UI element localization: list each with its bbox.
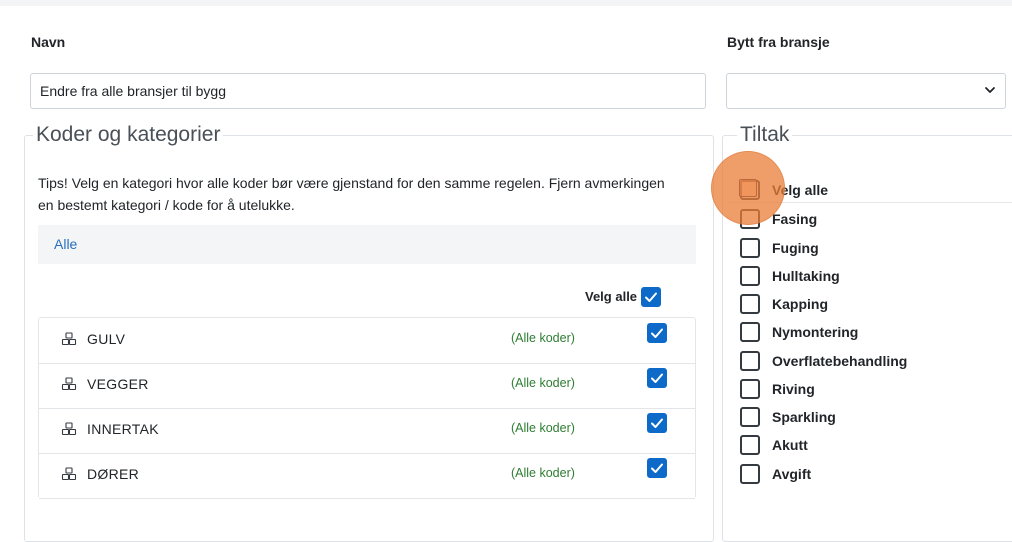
measure-label: Akutt (772, 437, 808, 453)
swap-branch-label: Bytt fra bransje (727, 34, 830, 50)
codes-categories-legend: Koder og kategorier (36, 123, 221, 146)
measure-checkbox[interactable] (740, 407, 760, 427)
click-highlight (711, 151, 785, 225)
top-strip (0, 0, 1012, 6)
category-checkbox[interactable] (647, 323, 667, 343)
checkmark-icon (645, 292, 657, 302)
measure-label: Fasing (772, 211, 818, 227)
select-all-codes-label: Velg alle (585, 289, 638, 304)
measure-checkbox[interactable] (740, 322, 760, 342)
all-categories-link[interactable]: Alle (54, 236, 77, 252)
category-row[interactable]: VEGGER (Alle koder) (39, 363, 695, 409)
category-codes-note: (Alle koder) (511, 466, 575, 480)
measure-label: Overflatebehandling (772, 353, 908, 369)
measure-checkbox[interactable] (740, 351, 760, 371)
category-checkbox[interactable] (647, 368, 667, 388)
category-name: GULV (87, 331, 126, 347)
category-codes-note: (Alle koder) (511, 331, 575, 345)
chevron-down-icon (985, 87, 995, 93)
measure-label: Riving (772, 381, 815, 397)
category-filter-bar: Alle (38, 225, 696, 264)
measure-label: Hulltaking (772, 268, 840, 284)
measure-checkbox[interactable] (740, 435, 760, 455)
category-name: DØRER (87, 466, 140, 482)
category-row[interactable]: GULV (Alle koder) (39, 318, 695, 364)
category-cubes-icon (61, 332, 77, 346)
checkmark-icon (651, 463, 663, 473)
swap-branch-select[interactable] (726, 73, 1006, 109)
category-codes-note: (Alle koder) (511, 421, 575, 435)
category-row[interactable]: DØRER (Alle koder) (39, 453, 695, 499)
name-label: Navn (31, 34, 66, 50)
tips-text: Tips! Velg en kategori hvor alle koder b… (38, 175, 665, 213)
checkmark-icon (651, 373, 663, 383)
measure-label: Nymontering (772, 324, 859, 340)
measure-label: Fuging (772, 240, 819, 256)
category-checkbox[interactable] (647, 458, 667, 478)
select-all-codes-checkbox[interactable] (641, 287, 661, 307)
measure-label: Sparkling (772, 409, 836, 425)
category-checkbox[interactable] (647, 413, 667, 433)
measures-legend: Tiltak (740, 123, 790, 146)
category-cubes-icon (61, 422, 77, 436)
checkmark-icon (651, 328, 663, 338)
measure-label: Kapping (772, 296, 828, 312)
category-list: GULV (Alle koder) VEGGER (Alle koder) IN… (38, 317, 696, 499)
checkmark-icon (651, 418, 663, 428)
category-name: INNERTAK (87, 421, 159, 437)
name-input[interactable] (30, 73, 706, 109)
category-cubes-icon (61, 377, 77, 391)
highlighted-checkbox (739, 179, 757, 197)
measure-label: Avgift (772, 466, 812, 482)
category-cubes-icon (61, 467, 77, 481)
category-row[interactable]: INNERTAK (Alle koder) (39, 408, 695, 454)
category-name: VEGGER (87, 376, 149, 392)
measure-checkbox[interactable] (740, 464, 760, 484)
measure-checkbox[interactable] (740, 379, 760, 399)
measure-checkbox[interactable] (740, 238, 760, 258)
measure-checkbox[interactable] (740, 266, 760, 286)
measure-checkbox[interactable] (740, 294, 760, 314)
category-codes-note: (Alle koder) (511, 376, 575, 390)
